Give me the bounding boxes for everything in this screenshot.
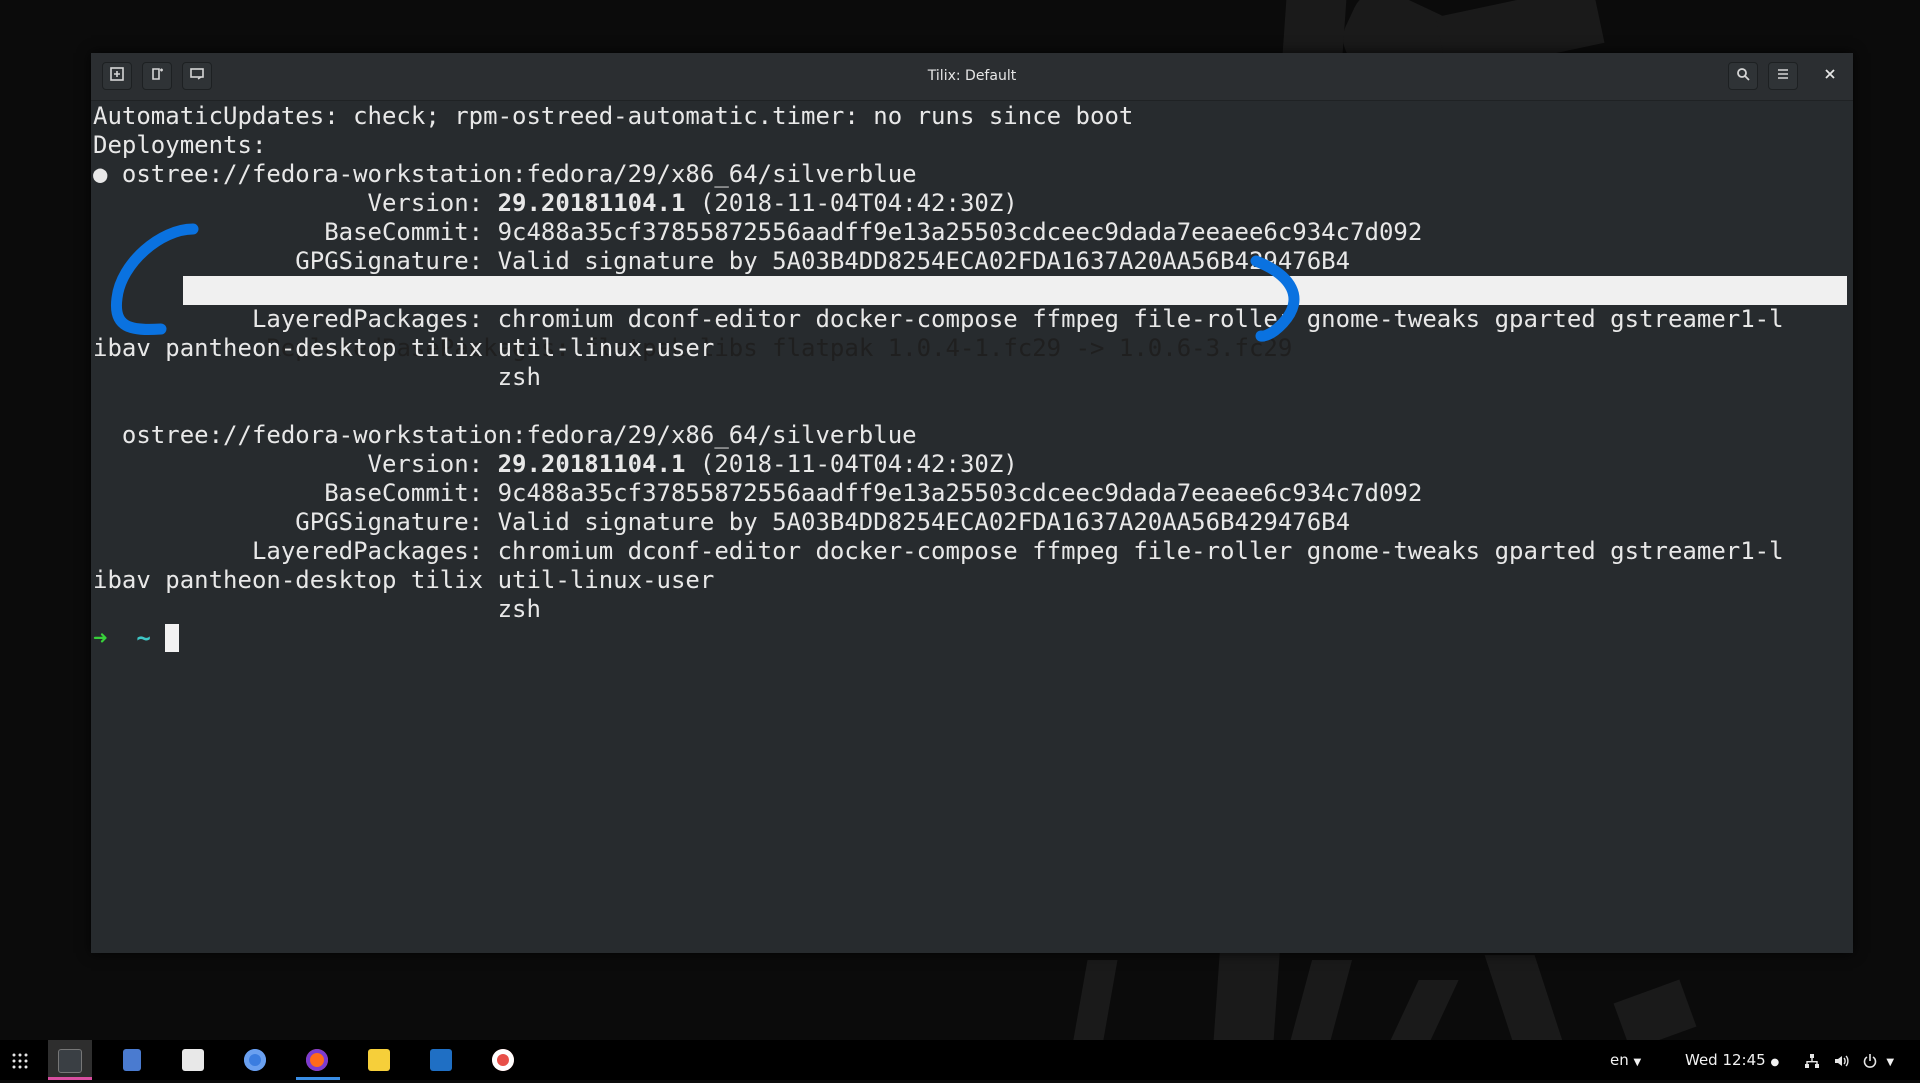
network-icon [1805,1053,1819,1068]
circle-app-icon [492,1049,514,1071]
version-date: (2018-11-04T04:42:30Z) [685,450,1018,478]
taskbar-chromium[interactable] [234,1040,278,1080]
terminal-line: GPGSignature: Valid signature by 5A03B4D… [93,247,1351,275]
taskbar-files[interactable] [110,1040,154,1080]
version-value: 29.20181104.1 [497,450,686,478]
search-button[interactable] [1728,62,1758,90]
menu-button[interactable] [1768,62,1798,90]
session-switcher-button[interactable] [182,62,212,90]
chromium-icon [244,1049,266,1071]
text-cursor [165,624,180,652]
add-terminal-down-button[interactable] [142,62,172,90]
terminal-line: ● ostree://fedora-workstation:fedora/29/… [93,160,917,188]
power-icon [1863,1053,1876,1068]
taskbar-firefox[interactable] [296,1040,340,1080]
taskbar-software[interactable] [172,1040,216,1080]
version-date: (2018-11-04T04:42:30Z) [685,189,1018,217]
close-button[interactable] [1815,62,1845,90]
terminal-line: zsh [93,595,541,623]
add-terminal-right-button[interactable] [102,62,132,90]
notification-dot-icon: ● [1770,1057,1780,1068]
terminal-line: BaseCommit: 9c488a35cf37855872556aadff9e… [93,218,1423,246]
vscode-icon [430,1049,452,1071]
hamburger-icon [1778,69,1788,79]
terminal-line: AutomaticUpdates: check; rpm-ostreed-aut… [93,102,1134,130]
notes-icon [368,1049,390,1071]
files-icon [123,1049,141,1071]
language-label: en [1610,1051,1629,1069]
terminal-line: GPGSignature: Valid signature by 5A03B4D… [93,508,1351,536]
titlebar: Tilix: Default [91,53,1853,101]
version-label: Version: [93,189,498,217]
session-icon [190,68,204,80]
window-title: Tilix: Default [927,68,1017,84]
version-value: 29.20181104.1 [497,189,686,217]
terminal-line: LayeredPackages: chromium dconf-editor d… [93,537,1784,565]
terminal-line-version: Version: 29.20181104.1 (2018-11-04T04:42… [93,450,1847,479]
split-down-icon [152,68,163,80]
terminal-line: ostree://fedora-workstation:fedora/29/x8… [93,421,917,449]
prompt-arrow-icon: ➜ [93,624,108,652]
app-grid-icon [12,1053,28,1069]
close-icon [1825,69,1835,79]
taskbar-tilix[interactable] [48,1040,92,1080]
terminal-line: ibav pantheon-desktop tilix util-linux-u… [93,566,715,594]
version-label: Version: [93,450,498,478]
terminal-line: zsh [93,363,541,391]
taskbar-notes[interactable] [358,1040,402,1080]
firefox-icon [306,1049,328,1071]
terminal-line: BaseCommit: 9c488a35cf37855872556aadff9e… [93,479,1423,507]
app-grid-button[interactable] [0,1040,44,1080]
software-bag-icon [182,1049,204,1071]
selection-highlight [183,276,1847,305]
tilix-window: Tilix: Default AutomaticUpdates: check; … [91,53,1853,953]
taskbar-app-circle[interactable] [482,1040,526,1080]
language-indicator[interactable]: en ▼ [1610,1040,1641,1080]
taskbar-vscode[interactable] [420,1040,464,1080]
terminal-line: Deployments: [93,131,267,159]
shell-prompt[interactable]: ➜ ~ [93,624,1847,653]
terminal-line: LayeredPackages: chromium dconf-editor d… [93,305,1784,333]
tray-chevron-down-icon: ▼ [1886,1057,1895,1068]
chevron-down-icon: ▼ [1633,1057,1642,1068]
taskbar: en ▼ Wed 12:45 ● ▼ [0,1040,1920,1080]
terminal-line: ibav pantheon-desktop tilix util-linux-u… [93,334,715,362]
clock-label: Wed 12:45 [1685,1051,1766,1069]
terminal-line-selected[interactable]: ReplacedBasePackages: flatpak-libs flatp… [93,276,1847,362]
terminal-view[interactable]: AutomaticUpdates: check; rpm-ostreed-aut… [93,100,1847,953]
system-tray[interactable]: ▼ [1804,1040,1894,1080]
terminal-line-version: Version: 29.20181104.1 (2018-11-04T04:42… [93,189,1847,218]
prompt-directory: ~ [136,624,151,652]
search-icon [1737,68,1750,81]
volume-icon [1834,1055,1849,1066]
tilix-icon [58,1049,82,1073]
clock[interactable]: Wed 12:45 ● [1685,1040,1779,1080]
add-terminal-icon [110,67,124,81]
